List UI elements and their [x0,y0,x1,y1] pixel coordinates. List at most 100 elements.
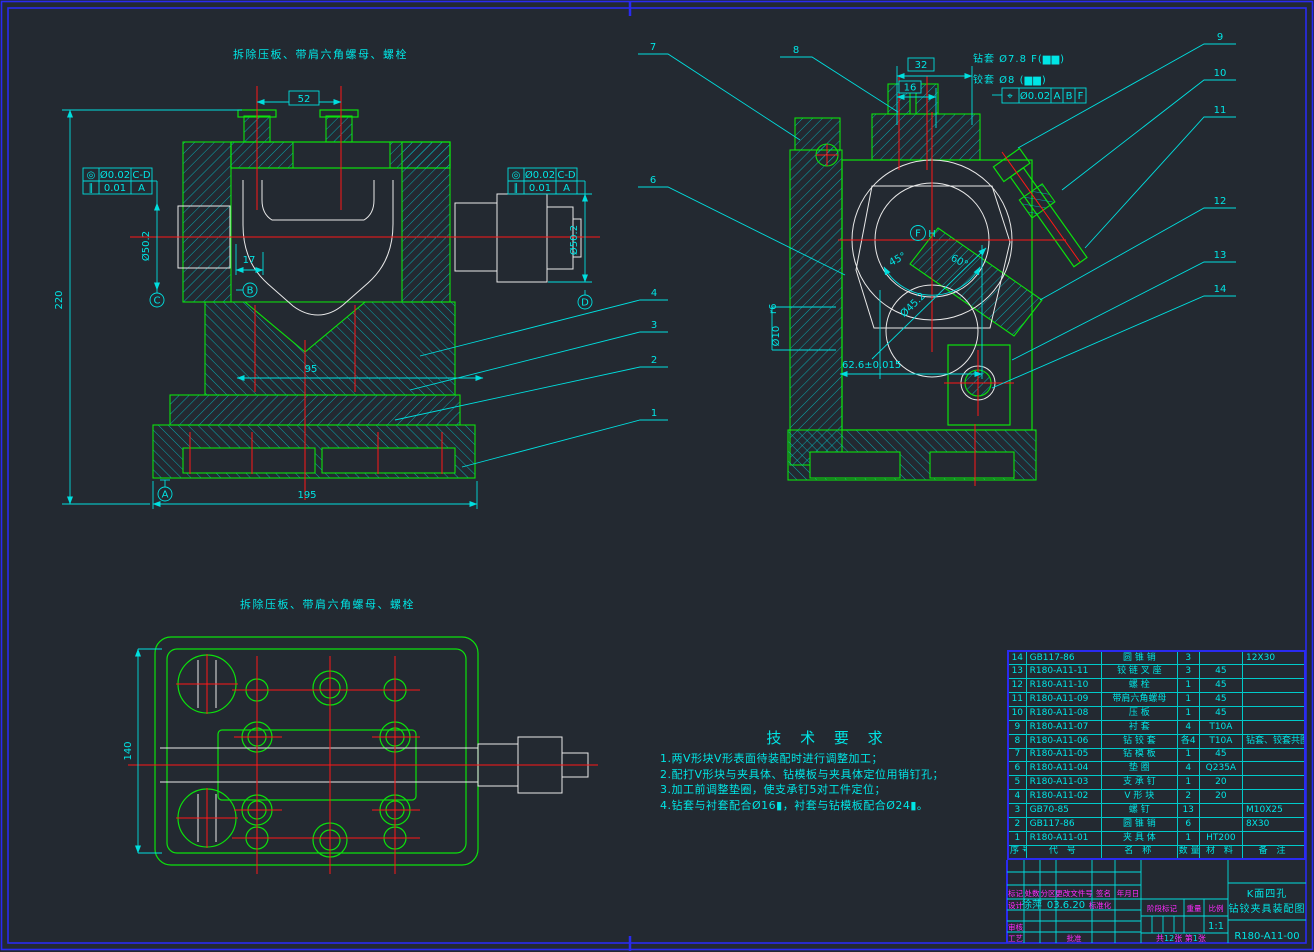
tb-sheet-info: 共12张 第1张 [1156,933,1206,943]
bom-cell: 钻 铰 套 [1102,734,1178,748]
bom-table: 14GB117-86圆 锥 销312X3013R180-A11-11铰 链 叉 … [1007,650,1306,860]
fcf-symbol: ◎ [87,170,96,181]
fcf-datum-ref: F [1078,91,1084,102]
datum-f-hole: H [928,229,936,240]
bom-cell [1243,665,1305,679]
balloon-2: 2 [651,355,657,366]
dim-140: 140 [123,741,134,760]
bom-header-cell: 代 号 [1026,845,1102,859]
bom-cell: 4 [1177,720,1199,734]
bom-cell: 1 [1177,679,1199,693]
datum-b: B [247,286,254,297]
fcf-symbol: ⌖ [1007,91,1013,102]
bom-header-cell: 数量 [1177,845,1199,859]
bom-cell: R180-A11-06 [1026,734,1102,748]
left-wall [183,142,231,302]
bom-cell: 9 [1008,720,1026,734]
dim-626: 62.6±0.015 [842,360,901,371]
cad-drawing-sheet: 52 220 Ø50.2 Ø50.2 17 95 195 32 16 [0,0,1314,952]
bom-cell: 铰 链 叉 座 [1102,665,1178,679]
fcf-datum-ref: A [563,183,570,194]
bom-cell: R180-A11-03 [1026,776,1102,790]
bom-row: 11R180-A11-09带肩六角螺母145 [1008,693,1305,707]
remove-note-bottom: 拆除压板、带肩六角螺母、螺栓 [240,596,415,612]
bom-cell: R180-A11-10 [1026,679,1102,693]
tech-req-line: 2.配打V形块与夹具体、钻模板与夹具体定位用销钉孔； [660,767,996,783]
datum-d: D [581,298,589,309]
bom-cell: 3 [1008,803,1026,817]
bom-cell: 45 [1199,679,1242,693]
tb-label-signature: 签名 [1096,888,1111,898]
bom-cell: 45 [1199,748,1242,762]
bom-header-row: 序号代 号名 称数量材 料备 注 [1008,845,1305,859]
bom-cell [1199,817,1242,831]
drawing-number: R180-A11-00 [1234,931,1299,942]
bom-cell: 1 [1177,706,1199,720]
bom-cell: GB117-86 [1026,817,1102,831]
balloon-11: 11 [1214,105,1227,116]
bom-cell: T10A [1199,720,1242,734]
bom-cell: 4 [1008,790,1026,804]
bom-cell [1243,706,1305,720]
balloon-8: 8 [793,45,799,56]
fcf-datum-ref: C-D [132,170,151,181]
balloon-14: 14 [1214,284,1227,295]
tb-scale-value: 1:1 [1208,921,1224,932]
bom-cell: 各4 [1177,734,1199,748]
balloon-1: 1 [651,408,657,419]
fcf-datum-ref: C-D [557,170,576,181]
tb-approve-label: 批准 [1067,933,1083,943]
bom-cell: 3 [1177,651,1199,665]
sheet-info-suf: 张 [1198,934,1206,943]
bom-cell: 1 [1177,831,1199,845]
sheet-info-mid: 张 第 [1174,933,1193,943]
fcf-datum-ref: A [1054,91,1061,102]
bom-cell: 2 [1177,790,1199,804]
balloon-4: 4 [651,288,657,299]
bom-cell: 13 [1008,665,1026,679]
bom-cell: R180-A11-04 [1026,762,1102,776]
bom-row: 5R180-A11-03支 承 钉120 [1008,776,1305,790]
bom-cell: R180-A11-08 [1026,706,1102,720]
balloon-10: 10 [1214,68,1227,79]
bom-cell: 螺 栓 [1102,679,1178,693]
datum-a: A [162,490,169,501]
dim-52: 52 [298,94,311,105]
technical-requirements: 技 术 要 求 1.两V形块V形表面待装配时进行调整加工； 2.配打V形块与夹具… [660,727,996,813]
bom-cell: 圆 锥 销 [1102,651,1178,665]
bom-cell: 2 [1008,817,1026,831]
dim-45deg: 45° [887,251,908,269]
tb-design-date: 03.6.20 [1047,900,1085,911]
sheet-count: 12 [1164,934,1174,943]
bom-cell [1243,762,1305,776]
bom-cell: 衬 套 [1102,720,1178,734]
tb-label-date: 年月日 [1117,888,1140,898]
tb-label-change-doc: 更改文件号 [1055,888,1093,898]
tb-weight-label: 重量 [1187,904,1203,913]
bom-body: 14GB117-86圆 锥 销312X3013R180-A11-11铰 链 叉 … [1008,651,1305,859]
fcf-value: Ø0.02 [100,169,130,181]
fcf-front-right: ◎ Ø0.02 C-D ∥ 0.01 A [508,168,585,194]
title-block: 标记 处数 分区 更改文件号 签名 年月日 设计 徐萍 03.6.20 标准化 … [1007,860,1306,943]
side-drill-plate [872,114,980,160]
bom-header-cell: 序号 [1008,845,1026,859]
tech-req-line: 4.钻套与衬套配合Ø16▮，衬套与钻模板配合Ø24▮。 [660,798,996,814]
bom-row: 1R180-A11-01夹 具 体1HT200 [1008,831,1305,845]
bom-cell: 1 [1008,831,1026,845]
bom-cell: 45 [1199,706,1242,720]
bom-row: 9R180-A11-07衬 套4T10A [1008,720,1305,734]
tb-standard-label: 标准化 [1089,900,1112,910]
bom-cell: R180-A11-02 [1026,790,1102,804]
dim-195: 195 [297,490,316,501]
side-left-wall [790,150,842,465]
tech-req-title: 技 术 要 求 [660,727,996,748]
bom-cell: 11 [1008,693,1026,707]
dim-fit10: r6 [768,304,779,314]
tb-label-zone: 分区 [1041,889,1057,898]
bom-header-cell: 名 称 [1102,845,1178,859]
ream-bush-note: 铰套 Ø8 (▆▆) [973,73,1047,86]
bom-cell: 垫 圈 [1102,762,1178,776]
bom-cell [1243,748,1305,762]
fcf-value: 0.01 [104,183,126,194]
bom-cell: 6 [1177,817,1199,831]
